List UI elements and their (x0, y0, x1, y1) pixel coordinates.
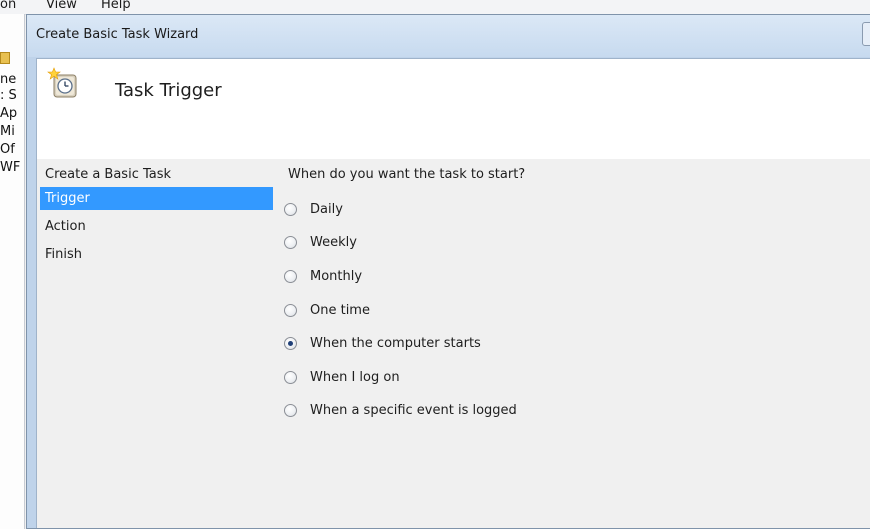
nav-step-action[interactable]: Action (40, 215, 273, 238)
radio-button[interactable] (284, 403, 297, 417)
background-app-panel: ne : S Ap Mi Of WF (0, 14, 25, 529)
window-control-button[interactable] (862, 22, 870, 46)
background-text: Of (0, 142, 15, 157)
option-label[interactable]: Daily (310, 202, 343, 217)
option-label[interactable]: When I log on (310, 370, 400, 385)
wizard-steps-nav: Create a Basic Task Trigger Action Finis… (37, 159, 273, 528)
radio-button[interactable] (284, 303, 297, 317)
nav-step-create-basic-task[interactable]: Create a Basic Task (40, 163, 273, 186)
option-when-i-log-on[interactable]: When I log on (284, 366, 400, 388)
background-text: WF (0, 160, 21, 175)
window-titlebar[interactable]: Create Basic Task Wizard (27, 15, 870, 57)
menu-item-help[interactable]: Help (101, 0, 131, 12)
page-title: Task Trigger (115, 80, 222, 101)
option-label[interactable]: When a specific event is logged (310, 403, 517, 418)
menu-item-partial[interactable]: on (0, 0, 16, 12)
option-label[interactable]: One time (310, 303, 370, 318)
option-one-time[interactable]: One time (284, 299, 370, 321)
radio-button[interactable] (284, 235, 297, 249)
radio-button[interactable] (284, 370, 297, 384)
nav-step-finish[interactable]: Finish (40, 243, 273, 266)
option-label[interactable]: Monthly (310, 269, 362, 284)
background-text: Ap (0, 106, 18, 121)
wizard-header: Task Trigger (37, 59, 870, 159)
radio-button-selected[interactable] (284, 336, 297, 350)
background-menubar: on View Help (0, 0, 870, 15)
option-monthly[interactable]: Monthly (284, 265, 362, 287)
trigger-question: When do you want the task to start? (288, 167, 526, 182)
create-basic-task-wizard-window: Create Basic Task Wizard Task Trigger Cr… (26, 14, 870, 529)
option-label[interactable]: When the computer starts (310, 336, 481, 351)
radio-button[interactable] (284, 202, 297, 216)
radio-button[interactable] (284, 269, 297, 283)
option-weekly[interactable]: Weekly (284, 231, 357, 253)
option-label[interactable]: Weekly (310, 235, 357, 250)
menu-item-view[interactable]: View (46, 0, 77, 12)
nav-step-trigger[interactable]: Trigger (40, 187, 273, 210)
background-text: ne (0, 72, 17, 87)
clock-task-icon (47, 67, 77, 98)
option-when-computer-starts[interactable]: When the computer starts (284, 332, 481, 354)
window-title: Create Basic Task Wizard (36, 27, 199, 42)
folder-icon (0, 52, 10, 64)
option-daily[interactable]: Daily (284, 198, 343, 220)
option-specific-event-logged[interactable]: When a specific event is logged (284, 399, 517, 421)
wizard-content: Task Trigger Create a Basic Task Trigger… (36, 58, 870, 528)
background-text: : S (0, 88, 17, 103)
background-text: Mi (0, 124, 15, 139)
